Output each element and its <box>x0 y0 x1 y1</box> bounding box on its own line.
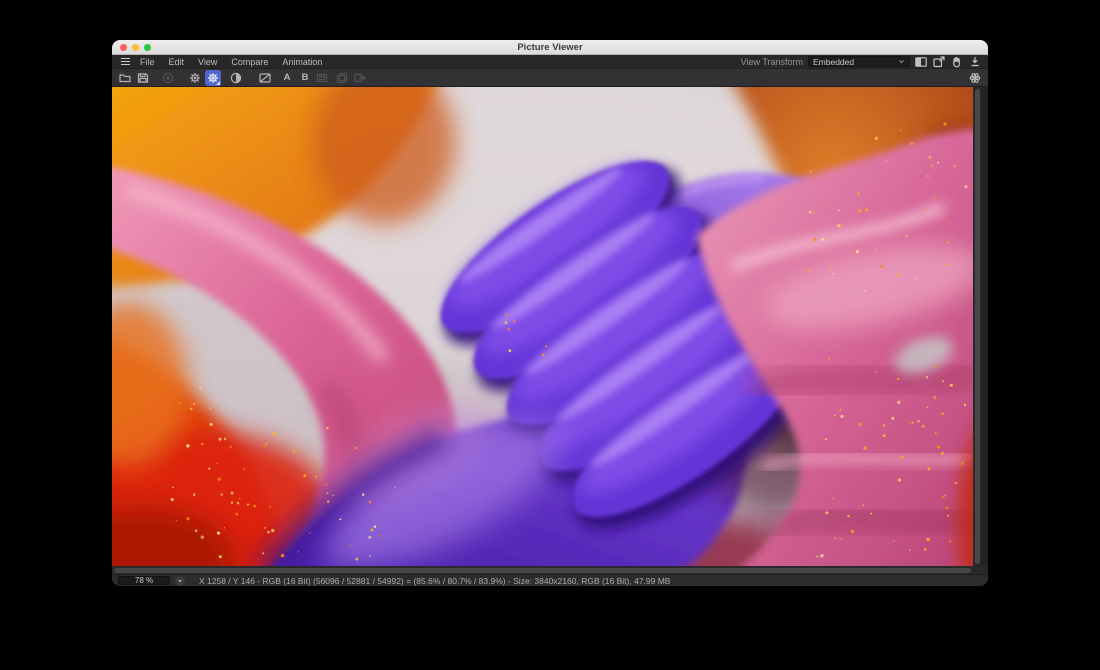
export-button[interactable] <box>352 70 368 86</box>
menubar-icon-group <box>914 56 981 68</box>
letter-a-button[interactable]: A <box>279 70 295 86</box>
horizontal-scrollbar-thumb[interactable] <box>114 568 971 573</box>
open-file-button[interactable] <box>117 70 133 86</box>
hamburger-menu-icon[interactable] <box>117 58 133 65</box>
toolbar: AB <box>112 69 988 87</box>
menu-edit[interactable]: Edit <box>162 57 192 67</box>
zoom-level-input[interactable]: 78 % <box>118 576 170 585</box>
menu-file[interactable]: File <box>133 57 162 67</box>
image-canvas[interactable] <box>112 87 973 566</box>
close-circle-icon <box>162 72 174 84</box>
menu-bar: FileEditViewCompareAnimation View Transf… <box>112 55 988 69</box>
frame-button[interactable] <box>314 70 330 86</box>
close-circle-button[interactable] <box>160 70 176 86</box>
render-settings-icon <box>969 72 981 84</box>
picture-viewer-window: Picture Viewer FileEditViewCompareAnimat… <box>112 40 988 586</box>
contrast-button[interactable] <box>228 70 244 86</box>
rendered-image <box>112 87 973 566</box>
layers-button[interactable] <box>334 70 350 86</box>
window-title: Picture Viewer <box>112 42 988 53</box>
export-icon <box>354 72 366 84</box>
image-viewport <box>112 87 988 566</box>
menu-compare[interactable]: Compare <box>224 57 275 67</box>
view-transform-select[interactable]: Embedded <box>808 56 910 67</box>
zoom-dropdown-button[interactable] <box>175 576 185 586</box>
view-transform-label: View Transform <box>741 57 803 67</box>
horizontal-scrollbar-row <box>112 566 988 574</box>
pixel-info-text: X 1258 / Y 146 - RGB (16 Bit) (56096 / 5… <box>199 576 670 586</box>
chevron-down-icon <box>898 58 905 65</box>
status-bar: 78 % X 1258 / Y 146 - RGB (16 Bit) (5609… <box>112 574 988 586</box>
gear-cross-icon <box>189 72 201 84</box>
swap-ab-icon <box>259 72 271 84</box>
save-button[interactable] <box>135 70 151 86</box>
gear-cross-button[interactable] <box>187 70 203 86</box>
external-window-icon[interactable] <box>932 56 945 68</box>
frame-icon <box>316 72 328 84</box>
horizontal-scrollbar[interactable] <box>112 566 973 574</box>
gear-icon <box>207 72 219 84</box>
contrast-icon <box>230 72 242 84</box>
render-settings-button[interactable] <box>967 70 983 86</box>
swap-ab-button[interactable] <box>257 70 273 86</box>
view-transform-value: Embedded <box>813 57 898 67</box>
menu-view[interactable]: View <box>191 57 224 67</box>
window-frame-edge <box>981 87 988 566</box>
gear-button[interactable] <box>205 70 221 86</box>
title-bar[interactable]: Picture Viewer <box>112 40 988 55</box>
letter-b-button[interactable]: B <box>297 70 313 86</box>
save-icon <box>137 72 149 84</box>
vertical-scrollbar-thumb[interactable] <box>975 89 980 564</box>
menu-animation[interactable]: Animation <box>275 57 329 67</box>
toolbar-buttons: AB <box>117 70 368 86</box>
dock-arrow-icon[interactable] <box>968 56 981 68</box>
vertical-scrollbar[interactable] <box>973 87 981 566</box>
split-view-icon[interactable] <box>914 56 927 68</box>
chevron-down-icon <box>177 578 183 584</box>
pan-hand-icon[interactable] <box>950 56 963 68</box>
menu-items: FileEditViewCompareAnimation <box>133 57 329 67</box>
layers-icon <box>336 72 348 84</box>
open-file-icon <box>119 72 131 84</box>
